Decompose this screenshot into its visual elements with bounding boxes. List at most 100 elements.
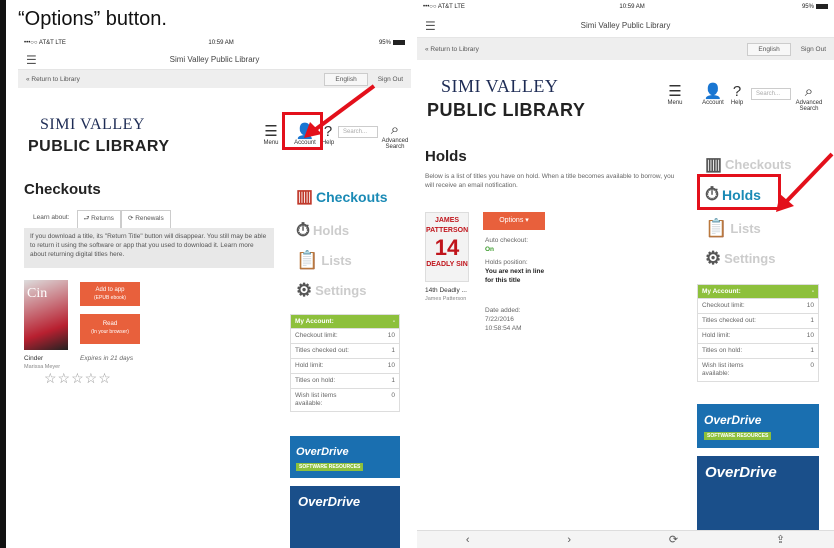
search-icon: ⌕ xyxy=(390,121,400,138)
account-row: Checkout limit: 10 xyxy=(291,328,399,343)
gear-icon: ⚙ xyxy=(705,248,722,268)
holds-highlight-box xyxy=(697,174,781,210)
clipboard-icon: 📋 xyxy=(296,250,319,270)
menu-button[interactable]: ☰ Menu xyxy=(262,123,280,147)
reload-icon[interactable]: ⟳ xyxy=(669,533,678,546)
tab-renewals[interactable]: ⟳ Renewals xyxy=(120,210,171,229)
account-summary: My Account: - Checkout limit: 10 Titles ch… xyxy=(697,284,819,382)
page-border xyxy=(0,0,6,548)
status-bar: •••○○ AT&T LTE 10:59 AM 95% xyxy=(417,0,834,14)
sidebar-item-settings[interactable]: ⚙ Settings xyxy=(705,248,775,269)
account-row: Hold limit: 10 xyxy=(698,328,818,343)
account-row: Checkout limit: 10 xyxy=(698,298,818,313)
return-info-box: If you download a title, its "Return Tit… xyxy=(24,228,274,268)
overdrive-app-banner[interactable]: OverDrive xyxy=(697,456,819,530)
learn-tabs: Learn about: ⮐ Returns ⟳ Renewals xyxy=(26,210,171,229)
browser-toolbar: ‹ › ⟳ ⇪ xyxy=(417,530,834,548)
hamburger-icon[interactable]: ☰ xyxy=(26,53,46,67)
return-link[interactable]: « Return to Library xyxy=(26,76,324,83)
auto-checkout-label: Auto checkout: xyxy=(485,237,528,244)
share-icon[interactable]: ⇪ xyxy=(776,533,785,546)
return-link[interactable]: « Return to Library xyxy=(425,46,747,53)
caption: “Options” button. xyxy=(18,8,167,30)
menu-icon: ☰ xyxy=(668,83,682,100)
stopwatch-icon: ⏱ xyxy=(296,220,311,240)
sidebar-item-lists[interactable]: 📋 Lists xyxy=(296,250,352,271)
menu-icon: ☰ xyxy=(264,123,278,140)
sidebar-item-holds[interactable]: ⏱ Holds xyxy=(296,220,349,241)
overdrive-banner[interactable]: OverDrive SOFTWARE RESOURCES xyxy=(290,436,400,478)
sidebar-item-lists[interactable]: 📋 Lists xyxy=(705,218,761,239)
battery-icon xyxy=(815,3,828,9)
carrier-label: •••○○ AT&T LTE xyxy=(423,4,465,10)
gear-icon: ⚙ xyxy=(296,280,313,300)
account-summary-header: My Account: - xyxy=(698,285,818,298)
account-row: Titles on hold: 1 xyxy=(291,373,399,388)
help-button[interactable]: ? Help xyxy=(729,83,745,107)
clipboard-icon: 📋 xyxy=(705,218,728,238)
composite-screenshot: “Options” button. •••○○ AT&T LTE 10:59 A… xyxy=(0,0,834,548)
language-select[interactable]: English xyxy=(747,42,791,56)
battery-indicator: 95% xyxy=(799,3,828,10)
overdrive-app-banner[interactable]: OverDrive xyxy=(290,486,400,548)
arrow-to-holds xyxy=(776,152,834,212)
search-icon: ⌕ xyxy=(804,83,814,100)
holds-position-label: Holds position: xyxy=(485,259,528,266)
site-title: Simi Valley Public Library xyxy=(169,55,260,64)
learn-label: Learn about: xyxy=(26,210,77,229)
holds-intro: Below is a list of titles you have on ho… xyxy=(425,173,675,189)
forward-icon[interactable]: › xyxy=(567,534,571,546)
battery-indicator: 95% xyxy=(376,39,405,46)
back-icon[interactable]: ‹ xyxy=(466,534,470,546)
book-cover[interactable]: JAMES PATTERSON 14 DEADLY SIN xyxy=(425,212,469,282)
account-row: Titles checked out: 1 xyxy=(698,313,818,328)
sign-out-link[interactable]: Sign Out xyxy=(378,76,403,83)
rating-stars[interactable]: ☆☆☆☆☆ xyxy=(44,370,112,387)
checkouts-heading: Checkouts xyxy=(24,181,101,198)
status-bar: •••○○ AT&T LTE 10:59 AM 95% xyxy=(18,36,411,50)
clock: 10:59 AM xyxy=(208,40,234,46)
advanced-search-button[interactable]: ⌕ Advanced Search xyxy=(378,121,411,151)
options-button[interactable]: Options ▾ xyxy=(483,212,545,230)
logo-line2: PUBLIC LIBRARY xyxy=(427,100,586,120)
book-title[interactable]: Cinder xyxy=(24,354,43,363)
book-title[interactable]: 14th Deadly ... xyxy=(425,286,467,295)
holds-position-value: You are next in line for this title xyxy=(485,268,545,284)
account-row: Titles on hold: 1 xyxy=(698,343,818,358)
auto-checkout-value: On xyxy=(485,246,495,253)
account-button[interactable]: 👤 Account xyxy=(699,84,727,107)
logo-line2: PUBLIC LIBRARY xyxy=(28,138,170,155)
read-button[interactable]: Read (In your browser) xyxy=(80,314,140,344)
book-author[interactable]: James Patterson xyxy=(425,295,466,304)
menu-button[interactable]: ☰ Menu xyxy=(665,83,685,107)
time-added-value: 10:58:54 AM xyxy=(485,325,522,332)
holds-heading: Holds xyxy=(425,148,467,165)
account-row: Wish list items available: 0 xyxy=(291,388,399,411)
sidebar-item-checkouts[interactable]: ▥ Checkouts xyxy=(296,186,388,207)
books-icon: ▥ xyxy=(705,154,723,174)
overdrive-banner[interactable]: OverDrive SOFTWARE RESOURCES xyxy=(697,404,819,448)
browser-header: ☰ Simi Valley Public Library xyxy=(18,50,411,70)
logo-line1: SIMI VALLEY xyxy=(441,76,559,96)
carrier-label: •••○○ AT&T LTE xyxy=(24,40,66,46)
account-row: Titles checked out: 1 xyxy=(291,343,399,358)
account-summary-header: My Account: - xyxy=(291,315,399,328)
account-row: Hold limit: 10 xyxy=(291,358,399,373)
books-icon: ▥ xyxy=(296,186,314,206)
expires-label: Expires in 21 days xyxy=(80,355,134,362)
account-summary: My Account: - Checkout limit: 10 Titles ch… xyxy=(290,314,400,412)
sign-out-link[interactable]: Sign Out xyxy=(801,46,826,53)
advanced-search-button[interactable]: ⌕ Advanced Search xyxy=(787,83,831,113)
tab-returns[interactable]: ⮐ Returns xyxy=(76,210,121,229)
clock: 10:59 AM xyxy=(619,4,645,10)
browser-header: ☰ Simi Valley Public Library xyxy=(417,14,834,38)
help-icon: ? xyxy=(732,83,742,100)
hamburger-icon[interactable]: ☰ xyxy=(425,19,445,33)
add-to-app-button[interactable]: Add to app (EPUB ebook) xyxy=(80,282,140,306)
site-title: Simi Valley Public Library xyxy=(580,21,671,30)
cinder-cover[interactable]: Cin xyxy=(24,280,68,350)
logo-line1: SIMI VALLEY xyxy=(40,116,145,133)
search-input[interactable]: Search... xyxy=(751,88,791,100)
date-added-label: Date added: xyxy=(485,307,521,314)
sidebar-item-settings[interactable]: ⚙ Settings xyxy=(296,280,366,301)
